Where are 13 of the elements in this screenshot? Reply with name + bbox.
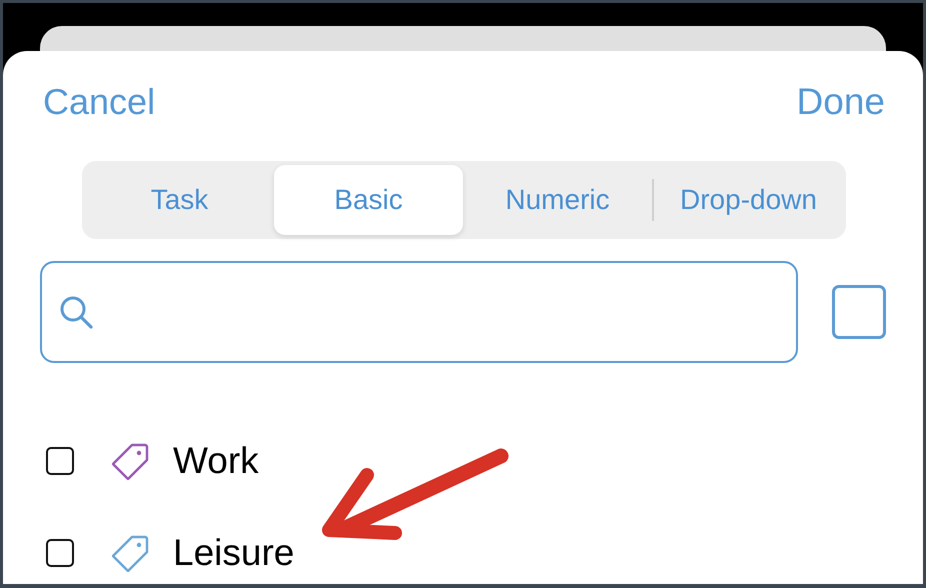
search-field[interactable] bbox=[40, 261, 798, 363]
tab[interactable]: Numeric bbox=[463, 165, 652, 235]
done-button[interactable]: Done bbox=[796, 81, 885, 123]
cancel-button[interactable]: Cancel bbox=[43, 81, 156, 123]
tag-label: Work bbox=[173, 440, 259, 482]
tag-label: Leisure bbox=[173, 532, 294, 574]
tab[interactable]: Drop-down bbox=[654, 165, 843, 235]
search-icon bbox=[58, 294, 94, 330]
tab[interactable]: Basic bbox=[274, 165, 463, 235]
select-all-checkbox[interactable] bbox=[832, 285, 886, 339]
tab[interactable]: Task bbox=[85, 165, 274, 235]
checkbox[interactable] bbox=[46, 539, 74, 567]
checkbox[interactable] bbox=[46, 447, 74, 475]
